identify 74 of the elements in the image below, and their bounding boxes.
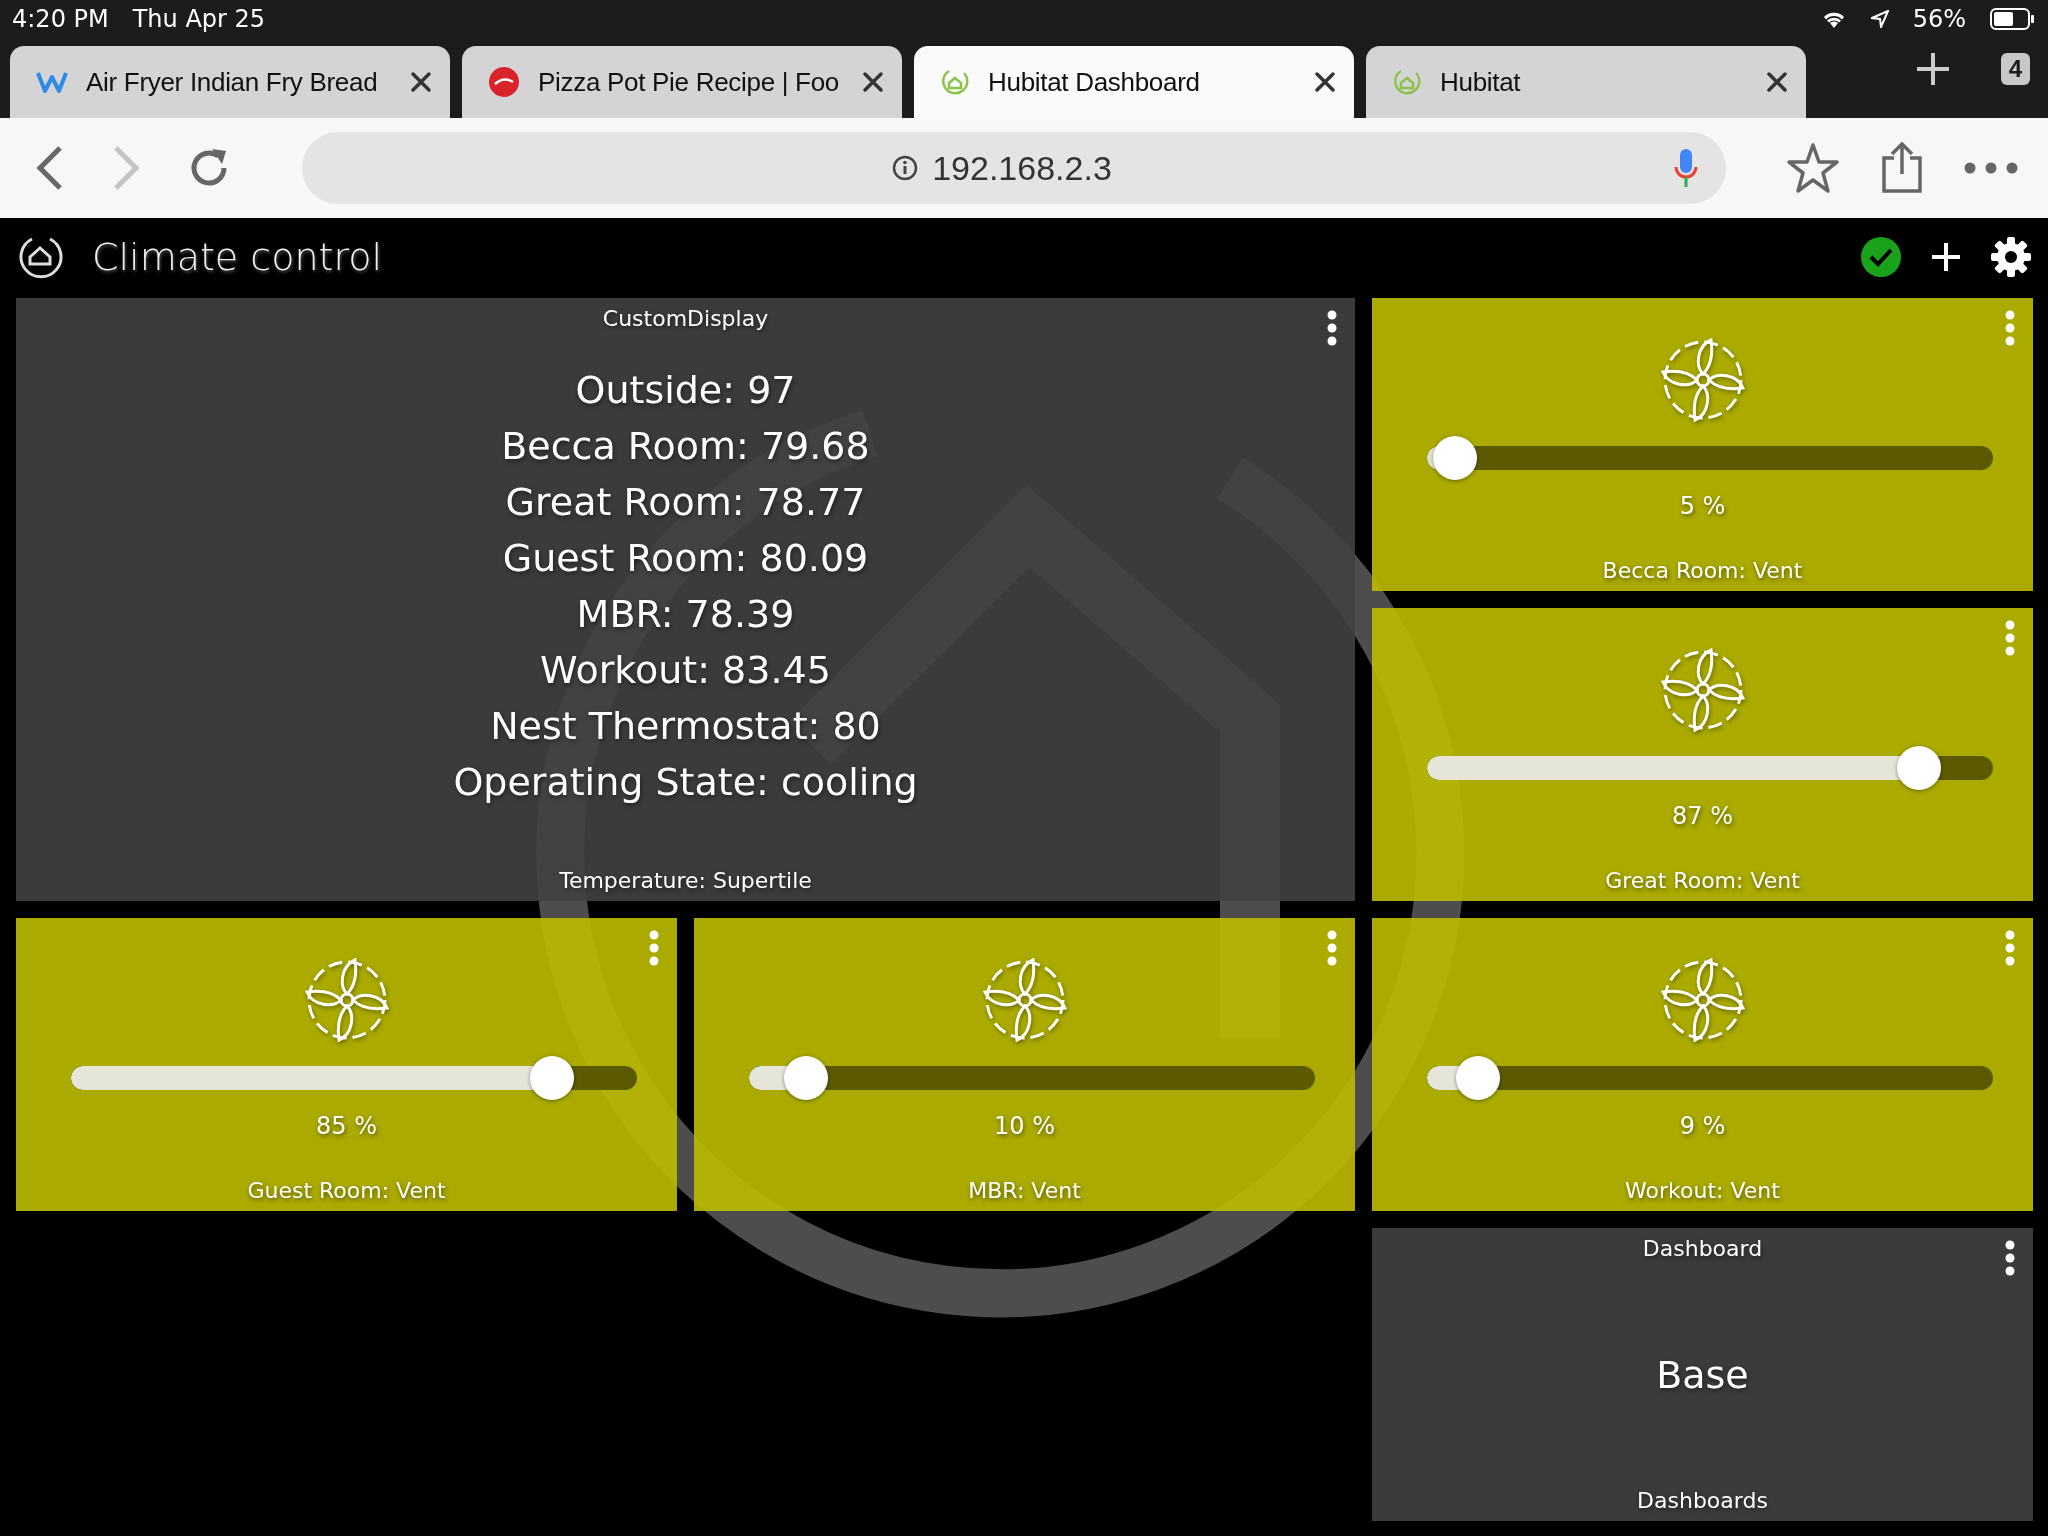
info-icon[interactable] (892, 155, 919, 181)
browser-tab[interactable]: Pizza Pot Pie Recipe | Foo (462, 46, 902, 118)
new-tab-icon[interactable] (1914, 51, 1951, 87)
browser-tab[interactable]: Hubitat (1366, 46, 1806, 118)
tab-title: Hubitat (1440, 66, 1522, 98)
tile-title: Dashboard (1642, 1236, 1763, 1261)
bookmark-star-icon[interactable] (1786, 142, 1840, 194)
tab-count[interactable]: 4 (2000, 53, 2030, 85)
slider-track[interactable] (1427, 1056, 1993, 1100)
dashboard-name: Base (1656, 1352, 1749, 1397)
tile-title: CustomDisplay (602, 306, 769, 331)
tile-label: Great Room: Vent (1605, 868, 1800, 893)
slider-thumb[interactable] (783, 1056, 828, 1100)
tile-label: Temperature: Supertile (559, 868, 812, 893)
level-reading: 10 % (994, 1112, 1055, 1140)
temperature-reading: Nest Thermostat: 80 (490, 703, 881, 749)
slider-thumb[interactable] (1433, 436, 1478, 480)
status-time: 4:20 PM (12, 5, 109, 33)
more-icon[interactable] (1964, 162, 2018, 174)
browser-tab[interactable]: Hubitat Dashboard (914, 46, 1354, 118)
share-icon[interactable] (1880, 142, 1924, 194)
house-logo-icon (1392, 67, 1422, 97)
close-icon[interactable] (1766, 71, 1788, 93)
microphone-icon[interactable] (1674, 147, 1698, 189)
tile-label: MBR: Vent (968, 1178, 1081, 1203)
slider-thumb[interactable] (1897, 746, 1942, 790)
tile-label: Guest Room: Vent (247, 1178, 446, 1203)
more-options-icon[interactable] (2005, 1240, 2015, 1276)
w-logo-icon (36, 69, 68, 95)
temperature-reading: MBR: 78.39 (576, 591, 795, 637)
fan-icon (1658, 646, 1747, 734)
address-field[interactable]: 192.168.2.3 (302, 132, 1726, 204)
tile-label: Becca Room: Vent (1602, 558, 1803, 583)
tab-title: Pizza Pot Pie Recipe | Foo (538, 66, 840, 98)
settings-icon[interactable] (1990, 236, 2032, 278)
temperature-reading: Great Room: 78.77 (505, 479, 866, 525)
fan-icon (980, 956, 1069, 1044)
battery-icon (1990, 8, 2036, 30)
level-reading: 5 % (1679, 492, 1726, 520)
battery-percent: 56% (1912, 5, 1966, 33)
status-date: Thu Apr 25 (132, 5, 266, 33)
browser-tab[interactable]: Air Fryer Indian Fry Bread (10, 46, 450, 118)
temperature-reading: Workout: 83.45 (540, 647, 831, 693)
tile-label: Workout: Vent (1625, 1178, 1780, 1203)
level-reading: 87 % (1672, 802, 1733, 830)
house-logo-icon (940, 67, 970, 97)
url-text: 192.168.2.3 (932, 148, 1112, 188)
level-reading: 9 % (1679, 1112, 1726, 1140)
fan-icon (302, 956, 391, 1044)
temperature-reading: Outside: 97 (575, 367, 796, 413)
slider-track[interactable] (1427, 436, 1993, 480)
tile-label: Dashboards (1637, 1488, 1768, 1513)
tile-card[interactable]: Dashboard Base Dashboards (1372, 1228, 2033, 1521)
temperature-reading: Becca Room: 79.68 (501, 423, 870, 469)
slider-track[interactable] (749, 1056, 1315, 1100)
location-arrow-icon (1870, 10, 1889, 28)
slider-track[interactable] (1427, 746, 1993, 790)
slider-thumb[interactable] (1455, 1056, 1500, 1100)
tab-title: Air Fryer Indian Fry Bread (86, 66, 379, 98)
close-icon[interactable] (1314, 71, 1336, 93)
close-icon[interactable] (410, 71, 432, 93)
fan-icon (1658, 336, 1747, 424)
more-options-icon[interactable] (1327, 310, 1337, 346)
tab-title: Hubitat Dashboard (988, 66, 1201, 98)
level-reading: 85 % (316, 1112, 377, 1140)
slider-track[interactable] (71, 1056, 637, 1100)
close-icon[interactable] (862, 71, 884, 93)
temperature-reading: Guest Room: 80.09 (502, 535, 869, 581)
add-icon[interactable] (1930, 241, 1962, 273)
slider-thumb[interactable] (530, 1056, 575, 1100)
temperature-reading: Operating State: cooling (453, 759, 918, 805)
fan-icon (1658, 956, 1747, 1044)
dashboard-title: Climate control (92, 235, 383, 279)
site-logo-icon (488, 66, 520, 98)
